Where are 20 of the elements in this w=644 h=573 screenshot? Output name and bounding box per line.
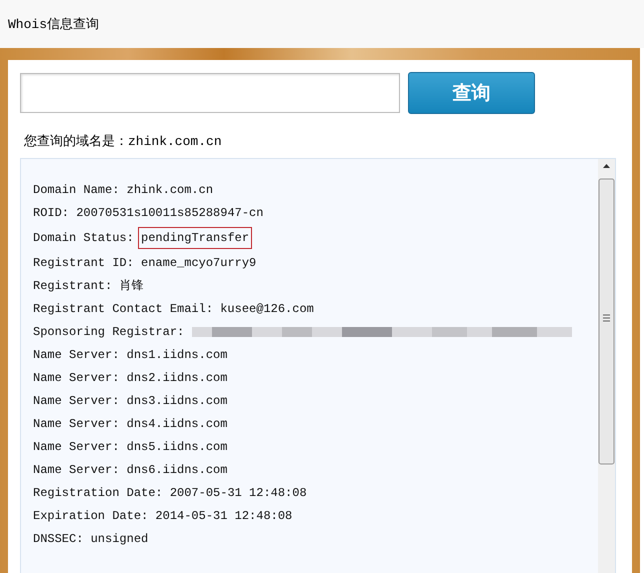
whois-line: Domain Name: zhink.com.cn <box>33 182 214 199</box>
whois-line: ROID: 20070531s10011s85288947-cn <box>33 205 264 222</box>
whois-line: Registrant Contact Email: kusee@126.com <box>33 301 315 318</box>
whois-line: Registration Date: 2007-05-31 12:48:08 <box>33 485 308 502</box>
whois-line: Name Server: dns3.iidns.com <box>33 393 228 410</box>
whois-line: Name Server: dns1.iidns.com <box>33 347 228 364</box>
window-title: Whois信息查询 <box>8 16 100 33</box>
whois-line: Name Server: dns5.iidns.com <box>33 439 228 456</box>
query-button[interactable]: 查询 <box>408 72 535 114</box>
whois-line: Name Server: dns2.iidns.com <box>33 370 228 387</box>
whois-line: Expiration Date: 2014-05-31 12:48:08 <box>33 508 294 525</box>
whois-line: Domain Status: pendingTransfer <box>33 227 598 249</box>
whois-line: Name Server: dns6.iidns.com <box>33 462 228 479</box>
whois-line: Sponsoring Registrar: <box>33 324 184 341</box>
whois-line: Name Server: dns4.iidns.com <box>33 416 228 433</box>
whois-line: Registrant: 肖锋 <box>33 278 144 295</box>
query-domain-label: 您查询的域名是：zhink.com.cn <box>24 133 223 150</box>
whois-line: Registrant ID: ename_mcyo7urry9 <box>33 255 258 272</box>
domain-input-field[interactable] <box>20 73 400 113</box>
whois-line: DNSSEC: unsigned <box>33 531 150 548</box>
